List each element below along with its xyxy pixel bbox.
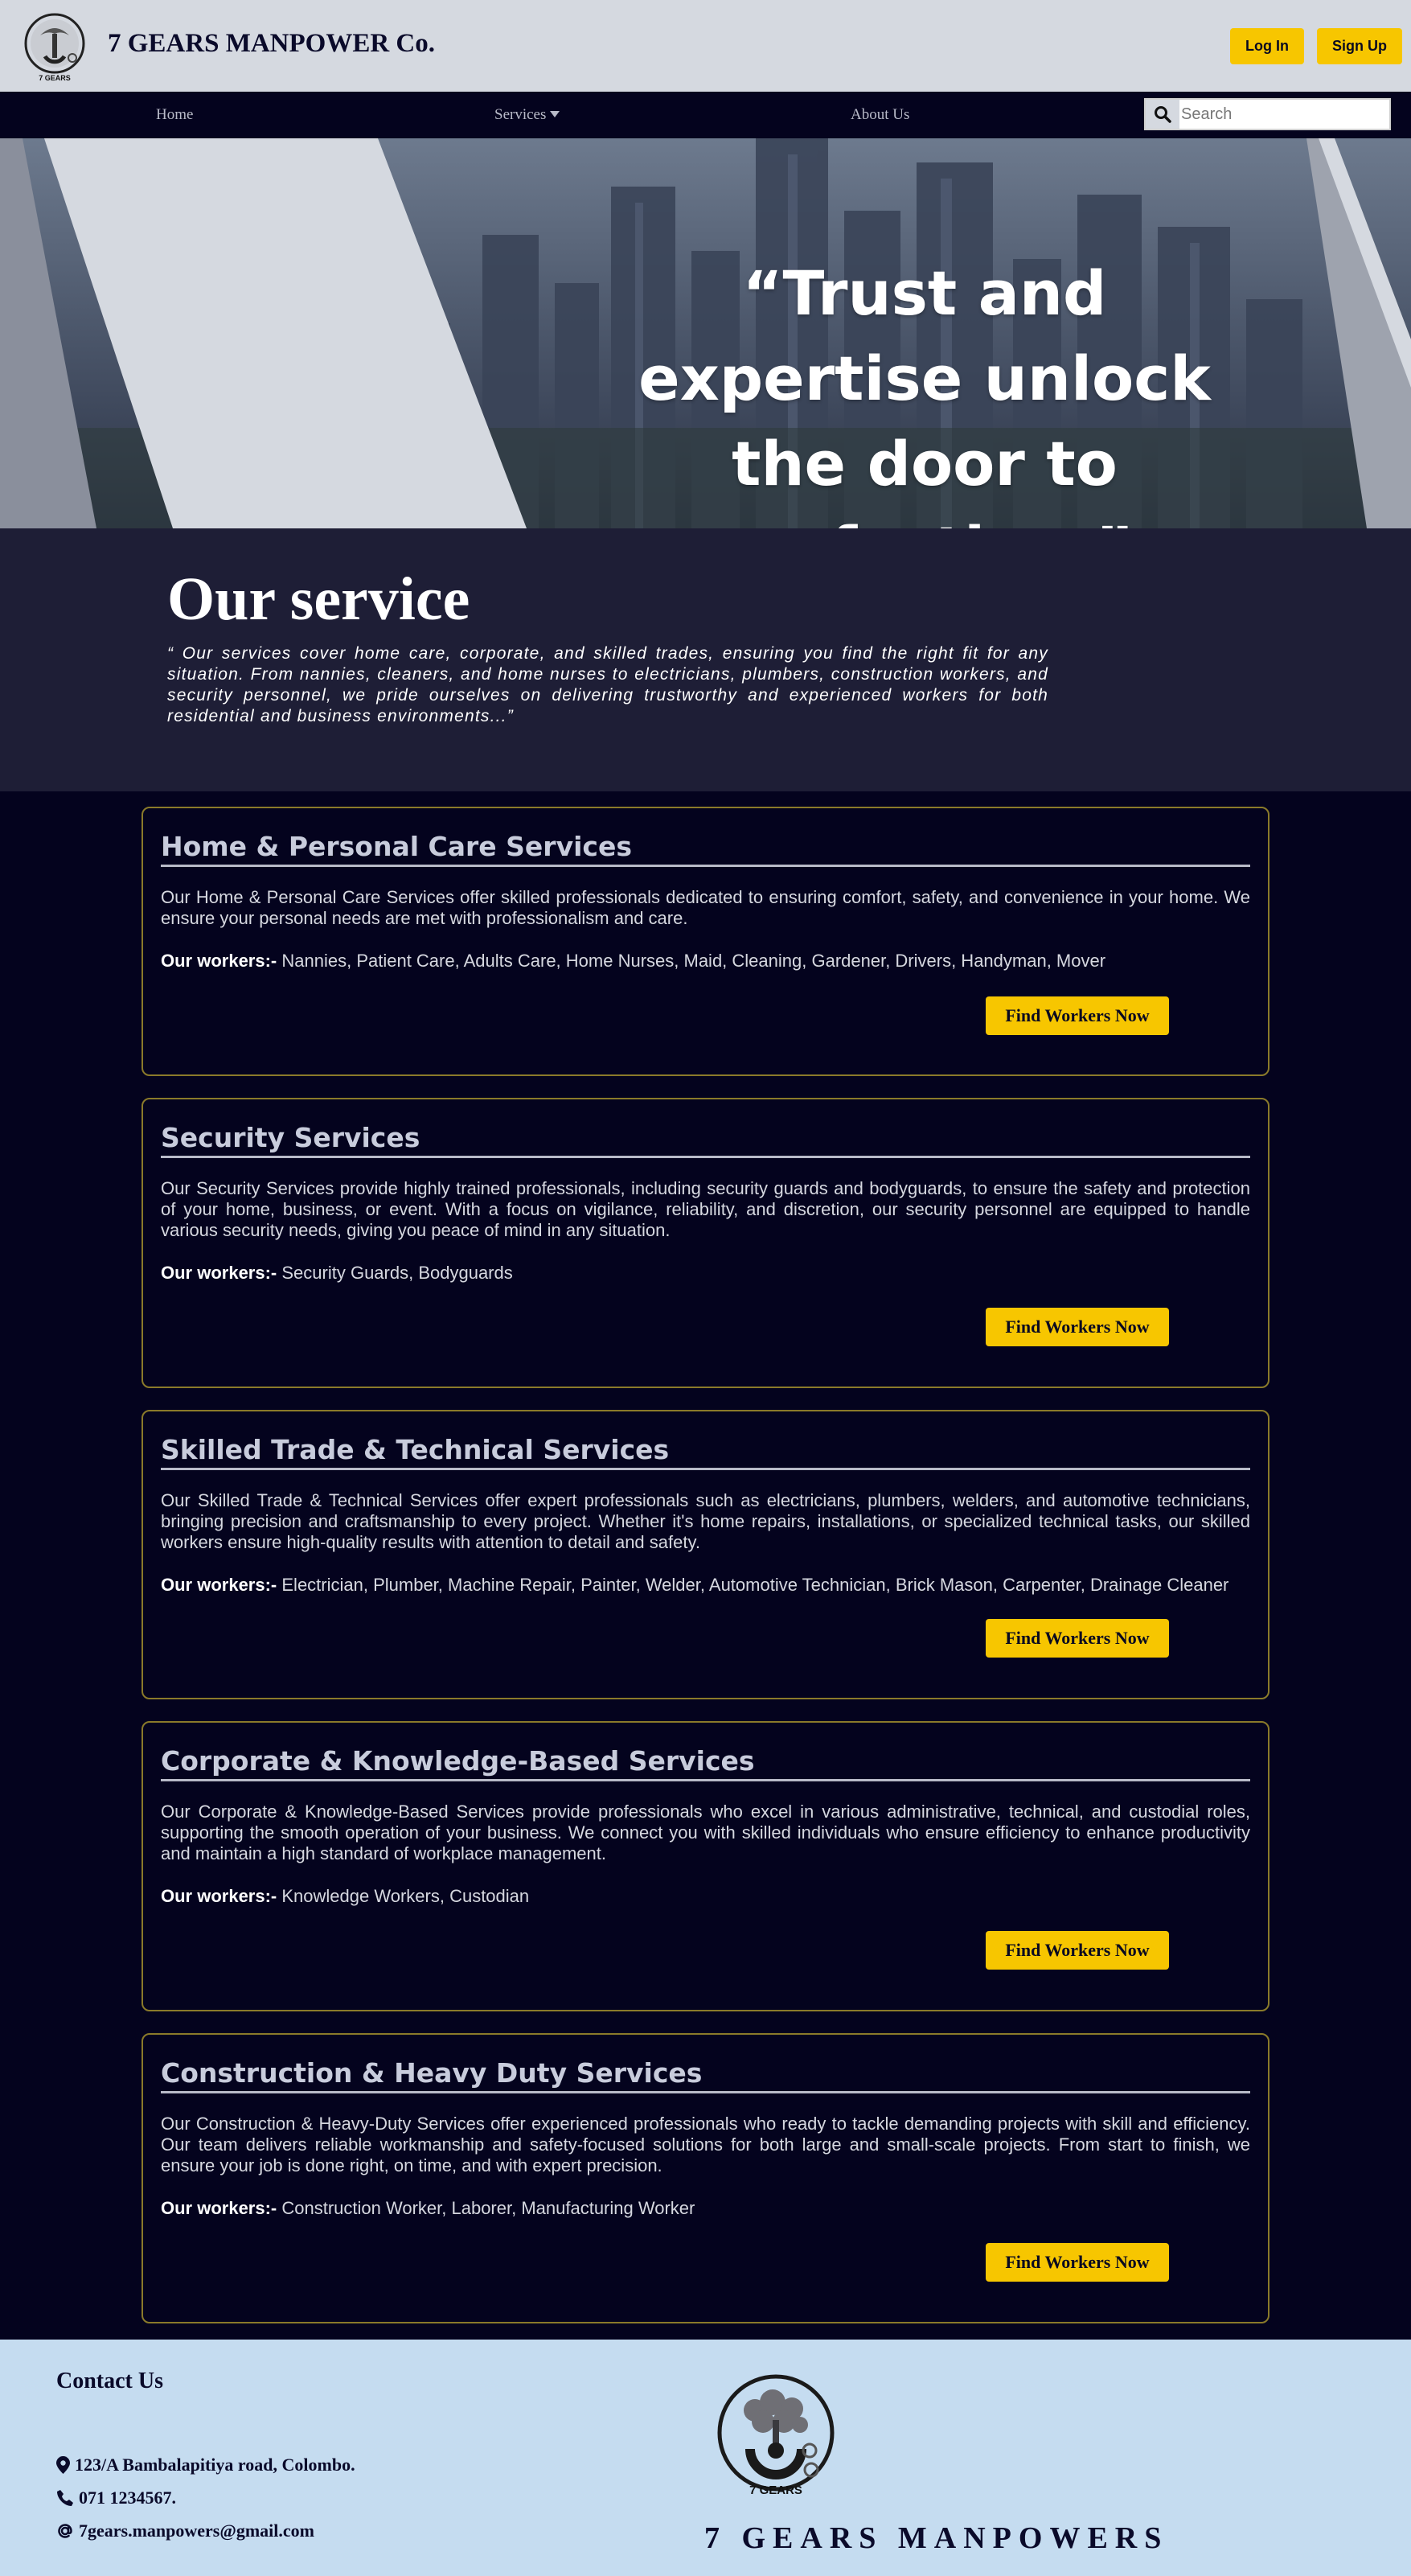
- workers-list: Construction Worker, Laborer, Manufactur…: [277, 2198, 695, 2218]
- nav-home[interactable]: Home: [156, 106, 193, 124]
- brand-name: 7 GEARS MANPOWER Co.: [108, 29, 436, 58]
- signup-button[interactable]: Sign Up: [1317, 28, 1402, 64]
- find-workers-button[interactable]: Find Workers Now: [986, 1308, 1169, 1346]
- card-description: Our Construction & Heavy-Duty Services o…: [161, 2114, 1250, 2175]
- card-title: Home & Personal Care Services: [161, 831, 632, 862]
- service-card-construction: Construction & Heavy Duty Services Our C…: [142, 2033, 1269, 2323]
- title-divider: [161, 865, 1250, 867]
- title-divider: [161, 1468, 1250, 1470]
- footer-logo-text: 7 GEARS: [749, 2484, 802, 2497]
- phone-icon: [57, 2490, 73, 2506]
- title-divider: [161, 1779, 1250, 1781]
- site-footer: Contact Us 123/A Bambalapitiya road, Col…: [0, 2340, 1411, 2576]
- workers-label: Our workers:-: [161, 951, 277, 971]
- service-card-skilled-trade: Skilled Trade & Technical Services Our S…: [142, 1410, 1269, 1699]
- our-service-section: Our service “ Our services cover home ca…: [0, 528, 1411, 791]
- title-divider: [161, 2091, 1250, 2093]
- card-workers: Our workers:- Construction Worker, Labor…: [161, 2198, 1250, 2219]
- card-description: Our Security Services provide highly tra…: [161, 1178, 1250, 1240]
- workers-list: Knowledge Workers, Custodian: [277, 1886, 530, 1906]
- card-workers: Our workers:- Nannies, Patient Care, Adu…: [161, 951, 1250, 972]
- workers-label: Our workers:-: [161, 1886, 277, 1906]
- phone-text: 071 1234567.: [79, 2488, 176, 2508]
- map-pin-icon: [56, 2456, 70, 2474]
- nav-services-label: Services: [494, 106, 547, 123]
- card-title: Security Services: [161, 1122, 420, 1153]
- contact-title: Contact Us: [56, 2369, 163, 2393]
- hero-banner: “Trust and expertise unlock the door to …: [0, 138, 1411, 528]
- contact-phone: 071 1234567.: [56, 2488, 176, 2508]
- search-box: [1144, 98, 1391, 130]
- search-icon[interactable]: [1146, 100, 1179, 129]
- workers-label: Our workers:-: [161, 1575, 277, 1595]
- search-input[interactable]: [1181, 101, 1386, 127]
- card-description: Our Home & Personal Care Services offer …: [161, 887, 1250, 928]
- caret-down-icon: [550, 111, 560, 117]
- at-sign-icon: [58, 2524, 72, 2538]
- contact-email[interactable]: 7gears.manpowers@gmail.com: [56, 2521, 314, 2541]
- login-button[interactable]: Log In: [1230, 28, 1304, 64]
- site-header: 7 GEARS 7 GEARS MANPOWER Co. Log In Sign…: [0, 0, 1411, 92]
- find-workers-button[interactable]: Find Workers Now: [986, 1619, 1169, 1658]
- workers-list: Nannies, Patient Care, Adults Care, Home…: [277, 951, 1106, 971]
- card-workers: Our workers:- Security Guards, Bodyguard…: [161, 1263, 1250, 1284]
- section-intro-text: “ Our services cover home care, corporat…: [167, 644, 1048, 725]
- find-workers-button[interactable]: Find Workers Now: [986, 1931, 1169, 1970]
- workers-label: Our workers:-: [161, 1263, 277, 1283]
- card-title: Construction & Heavy Duty Services: [161, 2057, 703, 2089]
- nav-services[interactable]: Services: [494, 106, 560, 124]
- email-text: 7gears.manpowers@gmail.com: [79, 2521, 314, 2541]
- service-card-home-care: Home & Personal Care Services Our Home &…: [142, 807, 1269, 1076]
- card-workers: Our workers:- Knowledge Workers, Custodi…: [161, 1886, 1250, 1907]
- card-workers: Our workers:- Electrician, Plumber, Mach…: [161, 1575, 1250, 1596]
- title-divider: [161, 1156, 1250, 1158]
- card-title: Corporate & Knowledge-Based Services: [161, 1745, 755, 1777]
- footer-logo: 7 GEARS: [716, 2372, 835, 2508]
- hero-quote: “Trust and expertise unlock the door to …: [638, 257, 1211, 528]
- workers-list: Electrician, Plumber, Machine Repair, Pa…: [277, 1575, 1229, 1595]
- find-workers-button[interactable]: Find Workers Now: [986, 2243, 1169, 2282]
- nav-about[interactable]: About Us: [851, 106, 909, 124]
- brand-logo[interactable]: 7 GEARS: [23, 11, 88, 84]
- address-text: 123/A Bambalapitiya road, Colombo.: [75, 2455, 355, 2475]
- section-title: Our service: [167, 565, 470, 633]
- card-title: Skilled Trade & Technical Services: [161, 1434, 670, 1465]
- card-description: Our Skilled Trade & Technical Services o…: [161, 1490, 1250, 1552]
- service-card-security: Security Services Our Security Services …: [142, 1098, 1269, 1388]
- find-workers-button[interactable]: Find Workers Now: [986, 996, 1169, 1035]
- workers-label: Our workers:-: [161, 2198, 277, 2218]
- footer-brand: 7 GEARS MANPOWERS: [704, 2521, 1169, 2555]
- contact-address: 123/A Bambalapitiya road, Colombo.: [56, 2455, 355, 2475]
- card-description: Our Corporate & Knowledge-Based Services…: [161, 1802, 1250, 1863]
- logo-text: 7 GEARS: [39, 74, 71, 82]
- workers-list: Security Guards, Bodyguards: [277, 1263, 513, 1283]
- service-card-corporate: Corporate & Knowledge-Based Services Our…: [142, 1721, 1269, 2011]
